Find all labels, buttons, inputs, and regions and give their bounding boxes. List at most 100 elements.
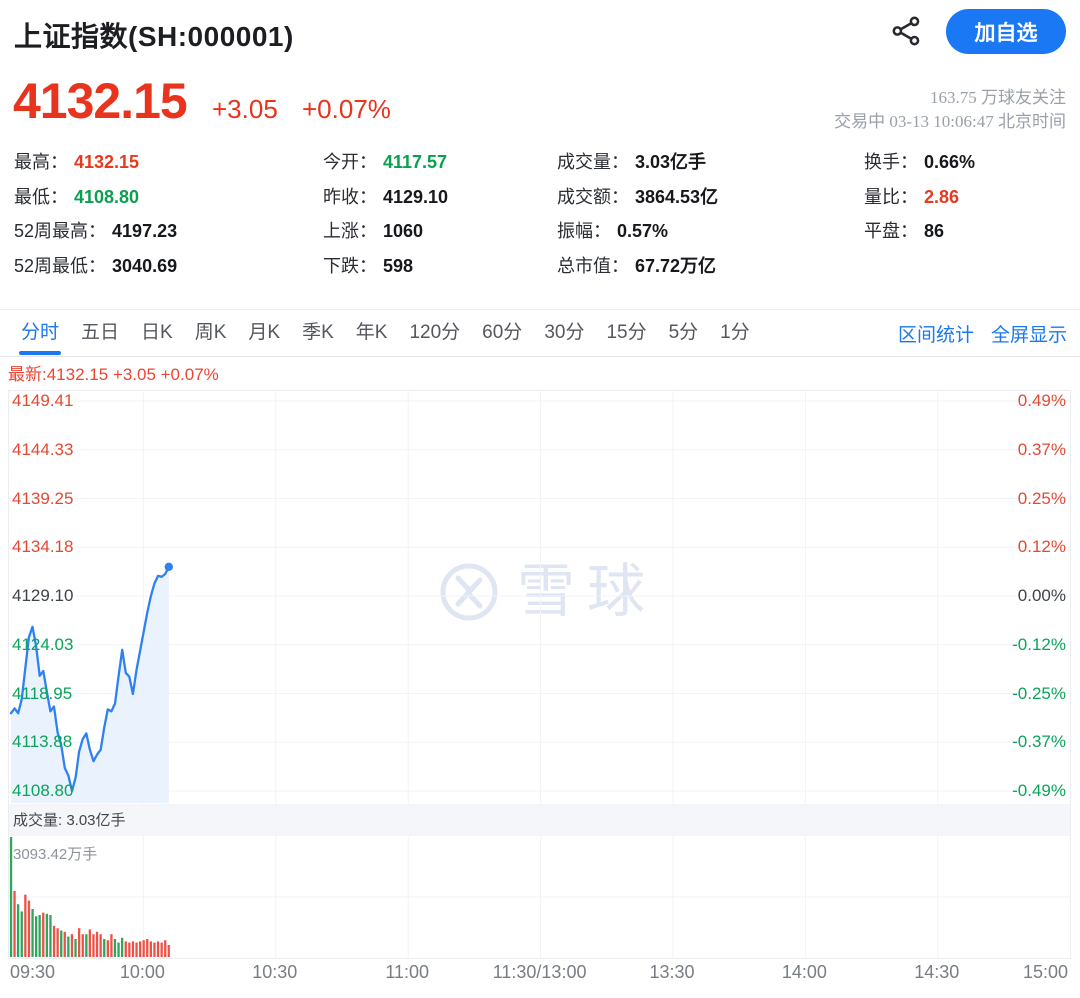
tab-5min[interactable]: 5分 <box>669 310 699 356</box>
stat-item: 振幅： 0.57% <box>557 219 668 243</box>
y-axis-percent-label: -0.37% <box>1012 732 1066 752</box>
y-axis-percent-label: 0.49% <box>1017 391 1066 410</box>
stat-label: 52周最低： <box>14 255 107 276</box>
stat-item: 52周最低： 3040.69 <box>14 254 177 278</box>
y-axis-percent-label: -0.49% <box>1012 781 1066 800</box>
tab-day-k[interactable]: 日K <box>141 310 173 356</box>
stat-item: 今开： 4117.57 <box>323 150 447 174</box>
stat-value: 4132.15 <box>74 152 140 172</box>
stat-value: 3.03亿手 <box>635 152 707 172</box>
stat-label: 昨收： <box>323 186 377 207</box>
stat-label: 换手： <box>864 152 918 172</box>
share-icon[interactable] <box>891 15 923 47</box>
tab-week-k[interactable]: 周K <box>195 310 227 356</box>
tab-month-k[interactable]: 月K <box>248 310 280 356</box>
chart-tool-links: 区间统计 全屏显示 <box>898 310 1067 356</box>
tab-60min[interactable]: 60分 <box>482 310 522 356</box>
stat-value: 0.57% <box>617 221 669 241</box>
fullscreen-link[interactable]: 全屏显示 <box>991 320 1067 347</box>
intraday-chart: 雪球 成交量: 3.03亿手 3093.42万手 4149.41 4144.33 4… <box>8 390 1071 959</box>
y-axis-price-label: 4108.80 <box>12 781 74 800</box>
stat-value: 3864.53亿 <box>635 186 719 207</box>
x-axis-labels: 09:30 10:00 10:30 11:00 11:30/13:00 13:30 14:0… <box>0 962 1080 990</box>
stat-value: 598 <box>383 255 414 276</box>
x-axis-time-label: 14:00 <box>781 962 827 982</box>
y-axis-price-label: 4144.33 <box>12 439 74 459</box>
stat-item: 昨收： 4129.10 <box>323 185 448 209</box>
x-axis-time-label: 15:00 <box>1022 962 1068 982</box>
add-watchlist-button[interactable]: 加自选 <box>946 9 1066 54</box>
price-change-percent: +0.07% <box>302 94 391 124</box>
stat-value: 4197.23 <box>112 221 178 241</box>
stat-item: 上涨： 1060 <box>323 219 423 243</box>
y-axis-price-label: 4134.18 <box>12 537 74 557</box>
y-axis-percent-label: 0.12% <box>1017 537 1066 557</box>
stat-label: 最高： <box>14 152 68 172</box>
stat-item: 平盘： 86 <box>864 219 944 243</box>
stat-label: 52周最高： <box>14 221 107 241</box>
stat-value: 2.86 <box>924 186 960 207</box>
volume-header: 成交量: 3.03亿手 <box>13 812 126 829</box>
stat-item: 最低： 4108.80 <box>14 185 139 209</box>
x-axis-time-label: 09:30 <box>10 962 56 982</box>
stat-label: 振幅： <box>557 221 611 241</box>
y-axis-percent-label: 0.00% <box>1017 586 1066 605</box>
x-axis-time-label: 10:00 <box>119 962 165 982</box>
stat-item: 最高： 4132.15 <box>14 150 139 174</box>
page-title: 上证指数(SH:000001) <box>14 21 294 52</box>
stat-label: 下跌： <box>323 255 377 276</box>
stat-label: 量比： <box>864 186 918 207</box>
stat-label: 今开： <box>323 152 377 172</box>
tab-year-k[interactable]: 年K <box>356 310 388 356</box>
y-axis-percent-label: -0.25% <box>1012 683 1066 703</box>
y-axis-price-label: 4124.03 <box>12 634 74 654</box>
quote-meta: 163.75 万球友关注 交易中 03-13 10:06:47 北京时间 <box>834 86 1066 134</box>
y-axis-price-label: 4129.10 <box>12 586 74 605</box>
chart-period-tabs: 分时 五日 日K 周K 月K 季K 年K 120分 60分 30分 15分 5分 1分 区间统计 全屏显示 <box>0 309 1080 357</box>
price-change: +3.05 <box>212 94 278 124</box>
tab-5day[interactable]: 五日 <box>81 310 119 356</box>
stat-label: 平盘： <box>864 221 918 241</box>
x-axis-time-label: 13:30 <box>649 962 695 982</box>
tab-1min[interactable]: 1分 <box>720 310 750 356</box>
stat-item: 下跌： 598 <box>323 254 413 278</box>
stat-label: 上涨： <box>323 221 377 241</box>
stat-label: 总市值： <box>557 255 629 276</box>
stat-value: 4108.80 <box>74 186 140 207</box>
session-status: 交易中 03-13 10:06:47 北京时间 <box>834 112 1066 131</box>
stat-item: 52周最高： 4197.23 <box>14 219 177 243</box>
stat-label: 成交额： <box>557 186 629 207</box>
stat-value: 3040.69 <box>112 255 178 276</box>
stat-item: 量比： 2.86 <box>864 185 959 209</box>
stat-value: 0.66% <box>924 152 976 172</box>
price-volume-plot[interactable] <box>9 391 1070 958</box>
stat-item: 总市值： 67.72万亿 <box>557 254 716 278</box>
tab-30min[interactable]: 30分 <box>544 310 584 356</box>
x-axis-time-label: 10:30 <box>252 962 298 982</box>
latest-price-label: 最新:4132.15 +3.05 +0.07% <box>8 365 219 384</box>
tab-15min[interactable]: 15分 <box>606 310 646 356</box>
x-axis-time-label: 11:30/13:00 <box>492 962 587 982</box>
stat-item: 成交额： 3864.53亿 <box>557 185 718 209</box>
current-price: 4132.15 <box>13 73 188 129</box>
stat-value: 67.72万亿 <box>635 255 717 276</box>
tab-120min[interactable]: 120分 <box>409 310 460 356</box>
stat-value: 4129.10 <box>383 186 449 207</box>
tab-quarter-k[interactable]: 季K <box>302 310 334 356</box>
range-stats-link[interactable]: 区间统计 <box>898 320 974 347</box>
tab-fenshi[interactable]: 分时 <box>18 310 62 356</box>
x-axis-time-label: 14:30 <box>914 962 960 982</box>
y-axis-price-label: 4118.95 <box>12 683 73 703</box>
stat-label: 成交量： <box>557 152 629 172</box>
y-axis-percent-label: 0.25% <box>1017 488 1066 508</box>
stat-value: 4117.57 <box>383 152 448 172</box>
stat-label: 最低： <box>14 186 68 207</box>
x-axis-time-label: 11:00 <box>385 962 430 982</box>
stat-value: 86 <box>924 221 945 241</box>
stock-detail-page: 上证指数(SH:000001) 加自选 4132.15 +3.05 +0.07%… <box>0 0 1080 998</box>
followers-count: 163.75 万球友关注 <box>930 88 1066 107</box>
stat-item: 成交量： 3.03亿手 <box>557 150 706 174</box>
y-axis-price-label: 4149.41 <box>12 391 74 410</box>
stat-value: 1060 <box>383 221 424 241</box>
volume-max-label: 3093.42万手 <box>13 846 98 863</box>
